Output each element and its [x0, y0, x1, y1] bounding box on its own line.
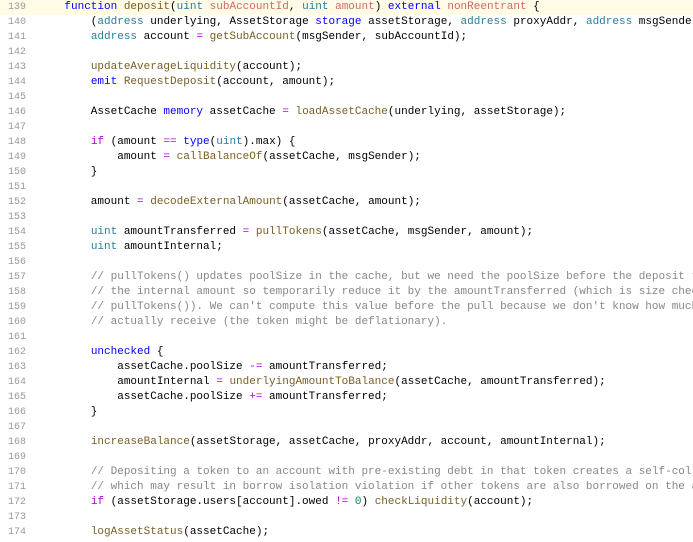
line-number: 159: [0, 300, 34, 315]
code-line[interactable]: 165 assetCache.poolSize += amountTransfe…: [0, 390, 693, 405]
line-number: 146: [0, 105, 34, 120]
code-line[interactable]: 152 amount = decodeExternalAmount(assetC…: [0, 195, 693, 210]
code-line[interactable]: 163 assetCache.poolSize -= amountTransfe…: [0, 360, 693, 375]
code-content[interactable]: increaseBalance(assetStorage, assetCache…: [34, 435, 606, 450]
code-content[interactable]: }: [34, 405, 97, 420]
code-line[interactable]: 142: [0, 45, 693, 60]
code-content[interactable]: updateAverageLiquidity(account);: [34, 60, 302, 75]
line-number: 167: [0, 420, 34, 435]
code-content[interactable]: function deposit(uint subAccountId, uint…: [34, 0, 540, 15]
code-line[interactable]: 144 emit RequestDeposit(account, amount)…: [0, 75, 693, 90]
line-number: 168: [0, 435, 34, 450]
code-line[interactable]: 153: [0, 210, 693, 225]
line-number: 163: [0, 360, 34, 375]
code-content[interactable]: assetCache.poolSize += amountTransferred…: [34, 390, 388, 405]
code-line[interactable]: 174 logAssetStatus(assetCache);: [0, 525, 693, 540]
line-number: 162: [0, 345, 34, 360]
code-line[interactable]: 173: [0, 510, 693, 525]
code-content[interactable]: if (amount == type(uint).max) {: [34, 135, 295, 150]
code-content[interactable]: amount = decodeExternalAmount(assetCache…: [34, 195, 421, 210]
line-number: 142: [0, 45, 34, 60]
code-content[interactable]: // pullTokens() updates poolSize in the …: [34, 270, 693, 285]
line-number: 141: [0, 30, 34, 45]
code-line[interactable]: 145: [0, 90, 693, 105]
code-line[interactable]: 139 function deposit(uint subAccountId, …: [0, 0, 693, 15]
line-number: 156: [0, 255, 34, 270]
line-number: 174: [0, 525, 34, 540]
line-number: 150: [0, 165, 34, 180]
code-content[interactable]: // the internal amount so temporarily re…: [34, 285, 693, 300]
code-line[interactable]: 171 // which may result in borrow isolat…: [0, 480, 693, 495]
code-content[interactable]: amount = callBalanceOf(assetCache, msgSe…: [34, 150, 421, 165]
line-number: 140: [0, 15, 34, 30]
line-number: 143: [0, 60, 34, 75]
code-line[interactable]: 169: [0, 450, 693, 465]
code-line[interactable]: 140 (address underlying, AssetStorage st…: [0, 15, 693, 30]
code-line[interactable]: 141 address account = getSubAccount(msgS…: [0, 30, 693, 45]
line-number: 147: [0, 120, 34, 135]
code-content[interactable]: // pullTokens()). We can't compute this …: [34, 300, 693, 315]
code-line[interactable]: 154 uint amountTransferred = pullTokens(…: [0, 225, 693, 240]
code-content[interactable]: logAssetStatus(assetCache);: [34, 525, 269, 540]
line-number: 145: [0, 90, 34, 105]
code-line[interactable]: 147: [0, 120, 693, 135]
line-number: 165: [0, 390, 34, 405]
line-number: 170: [0, 465, 34, 480]
line-number: 157: [0, 270, 34, 285]
line-number: 144: [0, 75, 34, 90]
line-number: 154: [0, 225, 34, 240]
code-content[interactable]: // actually receive (the token might be …: [34, 315, 447, 330]
line-number: 164: [0, 375, 34, 390]
code-content[interactable]: }: [34, 165, 97, 180]
code-line[interactable]: 151: [0, 180, 693, 195]
code-content[interactable]: AssetCache memory assetCache = loadAsset…: [34, 105, 566, 120]
line-number: 139: [0, 0, 34, 15]
line-number: 172: [0, 495, 34, 510]
line-number: 148: [0, 135, 34, 150]
code-line[interactable]: 150 }: [0, 165, 693, 180]
code-line[interactable]: 172 if (assetStorage.users[account].owed…: [0, 495, 693, 510]
line-number: 153: [0, 210, 34, 225]
code-content[interactable]: uint amountInternal;: [34, 240, 223, 255]
code-line[interactable]: 143 updateAverageLiquidity(account);: [0, 60, 693, 75]
code-line[interactable]: 148 if (amount == type(uint).max) {: [0, 135, 693, 150]
code-content[interactable]: if (assetStorage.users[account].owed != …: [34, 495, 533, 510]
line-number: 160: [0, 315, 34, 330]
code-line[interactable]: 149 amount = callBalanceOf(assetCache, m…: [0, 150, 693, 165]
code-line[interactable]: 161: [0, 330, 693, 345]
code-line[interactable]: 170 // Depositing a token to an account …: [0, 465, 693, 480]
line-number: 155: [0, 240, 34, 255]
code-line[interactable]: 156: [0, 255, 693, 270]
code-line[interactable]: 166 }: [0, 405, 693, 420]
line-number: 171: [0, 480, 34, 495]
code-content[interactable]: uint amountTransferred = pullTokens(asse…: [34, 225, 533, 240]
line-number: 151: [0, 180, 34, 195]
code-content[interactable]: // which may result in borrow isolation …: [34, 480, 693, 495]
code-line[interactable]: 158 // the internal amount so temporaril…: [0, 285, 693, 300]
line-number: 173: [0, 510, 34, 525]
code-content[interactable]: address account = getSubAccount(msgSende…: [34, 30, 467, 45]
code-content[interactable]: assetCache.poolSize -= amountTransferred…: [34, 360, 388, 375]
code-editor[interactable]: 139 function deposit(uint subAccountId, …: [0, 0, 693, 540]
code-line[interactable]: 160 // actually receive (the token might…: [0, 315, 693, 330]
code-line[interactable]: 164 amountInternal = underlyingAmountToB…: [0, 375, 693, 390]
code-line[interactable]: 155 uint amountInternal;: [0, 240, 693, 255]
line-number: 149: [0, 150, 34, 165]
code-content[interactable]: amountInternal = underlyingAmountToBalan…: [34, 375, 606, 390]
code-line[interactable]: 146 AssetCache memory assetCache = loadA…: [0, 105, 693, 120]
line-number: 158: [0, 285, 34, 300]
code-content[interactable]: (address underlying, AssetStorage storag…: [34, 15, 693, 30]
code-line[interactable]: 157 // pullTokens() updates poolSize in …: [0, 270, 693, 285]
line-number: 152: [0, 195, 34, 210]
code-content[interactable]: unchecked {: [34, 345, 163, 360]
code-line[interactable]: 159 // pullTokens()). We can't compute t…: [0, 300, 693, 315]
code-content[interactable]: // Depositing a token to an account with…: [34, 465, 693, 480]
code-line[interactable]: 168 increaseBalance(assetStorage, assetC…: [0, 435, 693, 450]
line-number: 166: [0, 405, 34, 420]
code-line[interactable]: 162 unchecked {: [0, 345, 693, 360]
code-line[interactable]: 167: [0, 420, 693, 435]
line-number: 161: [0, 330, 34, 345]
line-number: 169: [0, 450, 34, 465]
code-content[interactable]: emit RequestDeposit(account, amount);: [34, 75, 335, 90]
